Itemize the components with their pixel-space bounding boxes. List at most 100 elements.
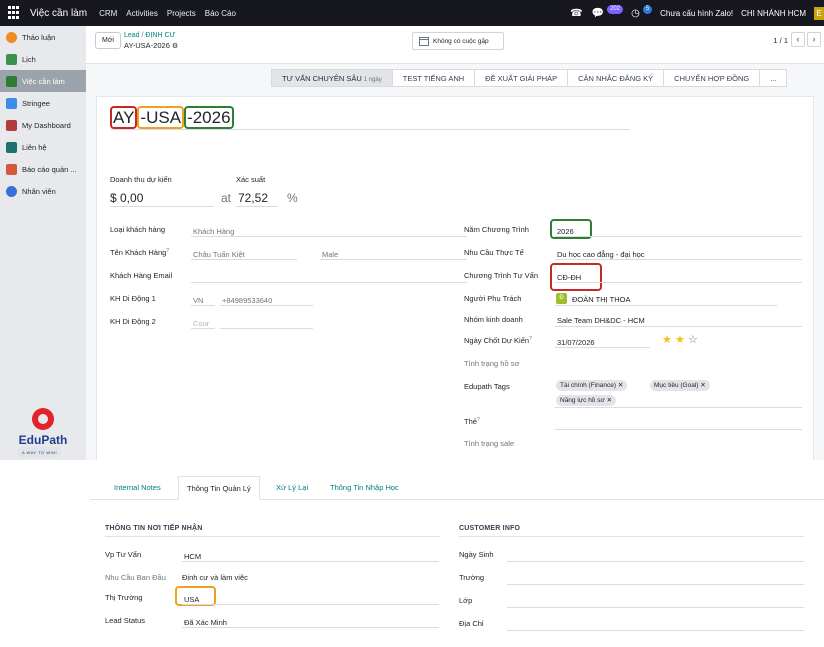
priority-star-2[interactable]: ★ xyxy=(675,333,685,346)
tab-reprocess[interactable]: Xử Lý Lại xyxy=(268,476,316,500)
lead-title[interactable]: AY -USA -2026 xyxy=(110,106,234,129)
sidebar-item-todo[interactable]: Việc cần làm xyxy=(0,70,86,92)
class-input[interactable] xyxy=(507,607,804,608)
gender-select[interactable]: Male xyxy=(322,250,338,259)
menu-reports[interactable]: Báo Cáo xyxy=(205,9,236,18)
chat-icon[interactable]: 💬 xyxy=(592,8,604,19)
close-date-input[interactable]: 31/07/2026 xyxy=(557,338,595,347)
lead-status-select[interactable]: Đã Xác Minh xyxy=(184,618,227,627)
team-select[interactable]: Sale Team DH&DC - HCM xyxy=(557,316,645,325)
sale-status-label: Tình trạng sale xyxy=(464,439,515,448)
contact-card-icon xyxy=(6,141,17,153)
phone-icon[interactable]: ☎ xyxy=(570,8,582,19)
pager-previous-button[interactable]: ‹ xyxy=(791,32,805,47)
mobile1-input[interactable]: +84989533640 xyxy=(222,296,272,305)
new-button[interactable]: Mới xyxy=(95,32,121,49)
breadcrumb: Lead / ĐỊNH CƯ xyxy=(124,32,176,39)
chat-count-badge: 202 xyxy=(607,4,624,14)
revenue-label: Doanh thu dự kiến xyxy=(110,175,172,184)
sidebar-item-label: Việc cần làm xyxy=(22,76,65,86)
zalo-status[interactable]: Chưa cấu hình Zalo! xyxy=(660,9,733,18)
probability-label: Xác suất xyxy=(236,175,266,184)
user-avatar[interactable]: E xyxy=(814,6,824,20)
probability-input[interactable]: 72,52 xyxy=(238,191,268,205)
dashboard-icon xyxy=(6,119,17,131)
clock-icon[interactable]: ◷ xyxy=(631,8,640,19)
tag-finance[interactable]: Tài chính (Finance) ✕ xyxy=(556,380,628,391)
tags-label: Edupath Tags xyxy=(464,382,510,391)
edupath-logo-mark xyxy=(32,408,54,430)
mobile1-country[interactable]: VN xyxy=(193,296,203,305)
owner-label: Người Phụ Trách xyxy=(464,294,522,303)
reception-section-title: THÔNG TIN NƠI TIẾP NHẬN xyxy=(105,525,203,532)
breadcrumb-dinh-cu[interactable]: ĐỊNH CƯ xyxy=(145,32,175,39)
customer-name-input[interactable]: Châu Tuấn Kiệt xyxy=(193,250,245,259)
app-name[interactable]: Việc cần làm xyxy=(30,8,87,19)
office-label: Vp Tư Vấn xyxy=(105,550,142,559)
customer-type-input[interactable]: Khách Hàng xyxy=(193,227,234,236)
tag-profile-capacity[interactable]: Năng lực hồ sơ ✕ xyxy=(556,395,617,406)
stage-bar: TƯ VẤN CHUYÊN SÂU 1 ngày TEST TIẾNG ANH Đ… xyxy=(271,69,788,87)
mobile2-input[interactable] xyxy=(220,328,313,329)
tag-goal[interactable]: Mục tiêu (Goal) ✕ xyxy=(650,380,710,391)
sidebar-item-label: Liên hệ xyxy=(22,142,47,152)
owner-select[interactable]: ĐOÀN THỊ THOA xyxy=(572,295,630,304)
mobile2-country[interactable]: Cour xyxy=(193,319,209,328)
employees-icon xyxy=(6,185,17,197)
priority-star-1[interactable]: ★ xyxy=(662,333,672,346)
control-panel: Mới Lead / ĐỊNH CƯ AY-USA-2026 ⚙ Không có… xyxy=(86,26,824,64)
office-select[interactable]: HCM xyxy=(184,552,201,561)
the-input[interactable] xyxy=(555,429,802,430)
menu-projects[interactable]: Projects xyxy=(167,9,196,18)
sidebar-item-management-report[interactable]: Báo cáo quản ... xyxy=(0,158,86,180)
sidebar-item-label: Lịch xyxy=(22,54,36,64)
priority-star-3[interactable]: ☆ xyxy=(688,333,698,346)
email-input[interactable] xyxy=(191,282,467,283)
stage-tu-van-chuyen-sau[interactable]: TƯ VẤN CHUYÊN SÂU 1 ngày xyxy=(271,69,393,87)
pager-next-button[interactable]: › xyxy=(807,32,821,47)
menu-activities[interactable]: Activities xyxy=(126,9,158,18)
birthday-input[interactable] xyxy=(507,561,804,562)
stage-can-nhac-dang-ky[interactable]: CÂN NHẮC ĐĂNG KÝ xyxy=(567,69,665,87)
sidebar-item-calendar[interactable]: Lịch xyxy=(0,48,86,70)
breadcrumb-lead[interactable]: Lead xyxy=(124,32,140,39)
menu-crm[interactable]: CRM xyxy=(99,9,117,18)
sidebar-item-label: Stringee xyxy=(22,98,50,108)
edupath-logo: EduPath A WAY TO WIN! xyxy=(18,408,68,458)
meeting-button[interactable]: Không có cuộc gặp xyxy=(412,32,504,50)
tab-enrollment-info[interactable]: Thông Tin Nhập Học xyxy=(322,476,407,500)
address-input[interactable] xyxy=(507,630,804,631)
stage-more[interactable]: ... xyxy=(759,69,788,87)
company-switcher[interactable]: CHI NHÁNH HCM xyxy=(741,9,806,18)
calendar-icon xyxy=(6,53,17,65)
gear-icon[interactable]: ⚙ xyxy=(172,43,178,50)
remove-tag-icon: ✕ xyxy=(700,382,706,389)
remove-tag-icon: ✕ xyxy=(606,397,613,404)
app-grid-icon[interactable] xyxy=(8,6,22,20)
need-select[interactable]: Du học cao đẳng - đại học xyxy=(557,250,645,259)
tab-management-info[interactable]: Thông Tin Quản Lý xyxy=(178,476,260,500)
sidebar-item-label: Nhân viên xyxy=(22,186,56,196)
owner-avatar: Đ xyxy=(556,293,567,304)
pager-value[interactable]: 1 / 1 xyxy=(773,36,788,45)
sidebar-item-dashboard[interactable]: My Dashboard xyxy=(0,114,86,136)
school-input[interactable] xyxy=(507,584,804,585)
form-sheet: AY -USA -2026 Doanh thu dự kiến Xác suất… xyxy=(96,96,814,466)
lead-status-label: Lead Status xyxy=(105,616,146,625)
tab-internal-notes[interactable]: Internal Notes xyxy=(106,476,169,500)
sidebar-item-label: Thảo luận xyxy=(22,32,56,42)
revenue-input[interactable]: $ 0,00 xyxy=(110,191,143,205)
class-label: Lớp xyxy=(459,596,473,605)
stage-de-xuat-giai-phap[interactable]: ĐỀ XUẤT GIẢI PHÁP xyxy=(474,69,569,87)
mobile1-label: KH Di Động 1 xyxy=(110,294,156,303)
chat-bubble-icon xyxy=(6,31,17,43)
remove-tag-icon: ✕ xyxy=(617,382,624,389)
mobile2-label: KH Di Động 2 xyxy=(110,317,156,326)
sidebar-item-contacts[interactable]: Liên hệ xyxy=(0,136,86,158)
stage-test-tieng-anh[interactable]: TEST TIẾNG ANH xyxy=(391,69,476,87)
stage-chuyen-hop-dong[interactable]: CHUYỂN HỢP ĐỒNG xyxy=(663,69,761,87)
sidebar-item-discuss[interactable]: Thảo luận xyxy=(0,26,86,48)
sidebar-item-stringee[interactable]: Stringee xyxy=(0,92,86,114)
email-label: Khách Hàng Email xyxy=(110,271,173,280)
sidebar-item-employees[interactable]: Nhân viên xyxy=(0,180,86,202)
